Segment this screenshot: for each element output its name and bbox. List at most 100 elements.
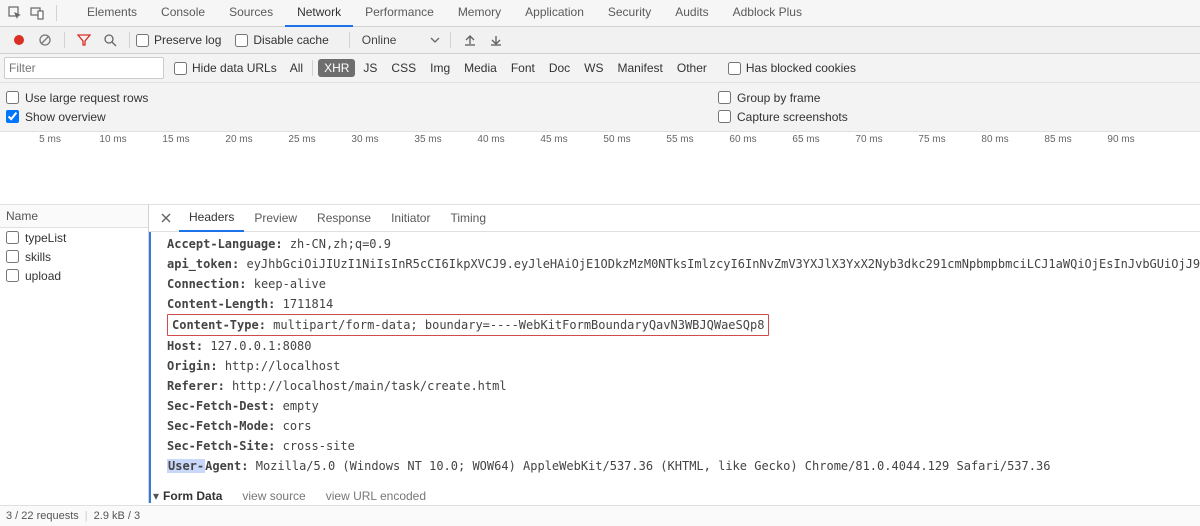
header-row: User-Agent: Mozilla/5.0 (Windows NT 10.0…	[167, 456, 1200, 476]
header-row: Host: 127.0.0.1:8080	[167, 336, 1200, 356]
type-img[interactable]: Img	[424, 59, 456, 77]
group-by-frame-checkbox[interactable]	[718, 91, 731, 104]
timeline-tick: 5 ms	[39, 134, 61, 145]
header-key: Sec-Fetch-Site:	[167, 439, 275, 453]
type-ws[interactable]: WS	[578, 59, 609, 77]
type-doc[interactable]: Doc	[543, 59, 576, 77]
request-checkbox[interactable]	[6, 250, 19, 263]
header-key: Accept-Language:	[167, 237, 283, 251]
group-by-frame-check[interactable]: Group by frame	[716, 88, 820, 107]
type-all[interactable]: All	[284, 59, 309, 77]
form-data-section[interactable]: ▾ Form Data view source view URL encoded	[153, 486, 1200, 503]
header-row: Referer: http://localhost/main/task/crea…	[167, 376, 1200, 396]
has-blocked-cookies-label: Has blocked cookies	[746, 61, 856, 75]
tab-initiator[interactable]: Initiator	[381, 205, 440, 231]
tab-memory[interactable]: Memory	[446, 0, 513, 25]
close-icon[interactable]	[157, 205, 175, 231]
view-source-button[interactable]: view source	[242, 486, 305, 503]
chevron-down-icon[interactable]	[430, 35, 440, 45]
show-overview-check[interactable]: Show overview	[4, 107, 716, 126]
type-other[interactable]: Other	[671, 59, 713, 77]
tab-performance[interactable]: Performance	[353, 0, 446, 25]
header-value: 127.0.0.1:8080	[210, 339, 311, 353]
type-js[interactable]: JS	[357, 59, 383, 77]
hide-data-urls-checkbox[interactable]	[174, 62, 187, 75]
preserve-log-check[interactable]: Preserve log	[136, 33, 221, 47]
throttling-select[interactable]: Online	[362, 33, 397, 47]
type-media[interactable]: Media	[458, 59, 503, 77]
timeline-overview[interactable]: 5 ms10 ms15 ms20 ms25 ms30 ms35 ms40 ms4…	[0, 132, 1200, 205]
requests-table: Name typeList skills upload	[0, 205, 149, 503]
tab-console[interactable]: Console	[149, 0, 217, 25]
tab-elements[interactable]: Elements	[75, 0, 149, 25]
requests-list: typeList skills upload	[0, 228, 148, 503]
section-title: Form Data	[163, 486, 222, 503]
has-blocked-cookies-check[interactable]: Has blocked cookies	[728, 61, 856, 75]
header-key: Content-Length:	[167, 297, 275, 311]
type-xhr[interactable]: XHR	[318, 59, 355, 77]
capture-screenshots-check[interactable]: Capture screenshots	[716, 107, 848, 126]
tab-preview[interactable]: Preview	[244, 205, 307, 231]
tab-adblock-plus[interactable]: Adblock Plus	[721, 0, 814, 25]
record-icon[interactable]	[10, 31, 28, 49]
header-row: Accept-Language: zh-CN,zh;q=0.9	[167, 234, 1200, 254]
tab-response[interactable]: Response	[307, 205, 381, 231]
hide-data-urls-label: Hide data URLs	[192, 61, 277, 75]
use-large-rows-checkbox[interactable]	[6, 91, 19, 104]
type-font[interactable]: Font	[505, 59, 541, 77]
separator	[56, 5, 57, 21]
header-row: Content-Length: 1711814	[167, 294, 1200, 314]
tab-security[interactable]: Security	[596, 0, 663, 25]
header-key: Origin:	[167, 359, 218, 373]
type-css[interactable]: CSS	[385, 59, 422, 77]
main-split: Name typeList skills upload Headers Prev…	[0, 205, 1200, 503]
network-toolbar: Preserve log Disable cache Online	[0, 27, 1200, 54]
request-checkbox[interactable]	[6, 231, 19, 244]
download-har-icon[interactable]	[487, 31, 505, 49]
tab-sources[interactable]: Sources	[217, 0, 285, 25]
filter-input[interactable]	[4, 57, 164, 79]
tab-network[interactable]: Network	[285, 0, 353, 27]
timeline-tick: 50 ms	[603, 134, 630, 145]
hide-data-urls-check[interactable]: Hide data URLs	[174, 61, 277, 75]
request-row[interactable]: upload	[0, 266, 148, 285]
header-key: Host:	[167, 339, 203, 353]
tab-application[interactable]: Application	[513, 0, 596, 25]
request-row[interactable]: typeList	[0, 228, 148, 247]
tab-headers[interactable]: Headers	[179, 205, 244, 232]
timeline-tick: 60 ms	[729, 134, 756, 145]
header-value: eyJhbGciOiJIUzI1NiIsInR5cCI6IkpXVCJ9.eyJ…	[246, 257, 1200, 271]
header-row: Sec-Fetch-Mode: cors	[167, 416, 1200, 436]
timeline-tick: 40 ms	[477, 134, 504, 145]
clear-icon[interactable]	[36, 31, 54, 49]
capture-screenshots-checkbox[interactable]	[718, 110, 731, 123]
search-icon[interactable]	[101, 31, 119, 49]
view-url-encoded-button[interactable]: view URL encoded	[326, 486, 426, 503]
preserve-log-checkbox[interactable]	[136, 34, 149, 47]
upload-har-icon[interactable]	[461, 31, 479, 49]
inspect-icon[interactable]	[6, 4, 24, 22]
filter-icon[interactable]	[75, 31, 93, 49]
header-value: 1711814	[283, 297, 334, 311]
show-overview-checkbox[interactable]	[6, 110, 19, 123]
header-row: Sec-Fetch-Dest: empty	[167, 396, 1200, 416]
timeline-tick: 90 ms	[1107, 134, 1134, 145]
request-checkbox[interactable]	[6, 269, 19, 282]
tab-audits[interactable]: Audits	[663, 0, 720, 25]
header-value: http://localhost	[225, 359, 341, 373]
request-name: skills	[25, 250, 51, 264]
device-toggle-icon[interactable]	[28, 4, 46, 22]
disable-cache-checkbox[interactable]	[235, 34, 248, 47]
tab-timing[interactable]: Timing	[440, 205, 496, 231]
type-manifest[interactable]: Manifest	[612, 59, 669, 77]
disable-cache-check[interactable]: Disable cache	[235, 33, 328, 47]
timeline-tick: 65 ms	[792, 134, 819, 145]
has-blocked-cookies-checkbox[interactable]	[728, 62, 741, 75]
header-row-content-type: Content-Type: multipart/form-data; bound…	[167, 314, 1200, 336]
timeline-tick: 80 ms	[981, 134, 1008, 145]
separator	[129, 32, 130, 48]
timeline-tick: 45 ms	[540, 134, 567, 145]
request-row[interactable]: skills	[0, 247, 148, 266]
column-header-name[interactable]: Name	[0, 205, 148, 228]
use-large-rows-check[interactable]: Use large request rows	[4, 88, 716, 107]
